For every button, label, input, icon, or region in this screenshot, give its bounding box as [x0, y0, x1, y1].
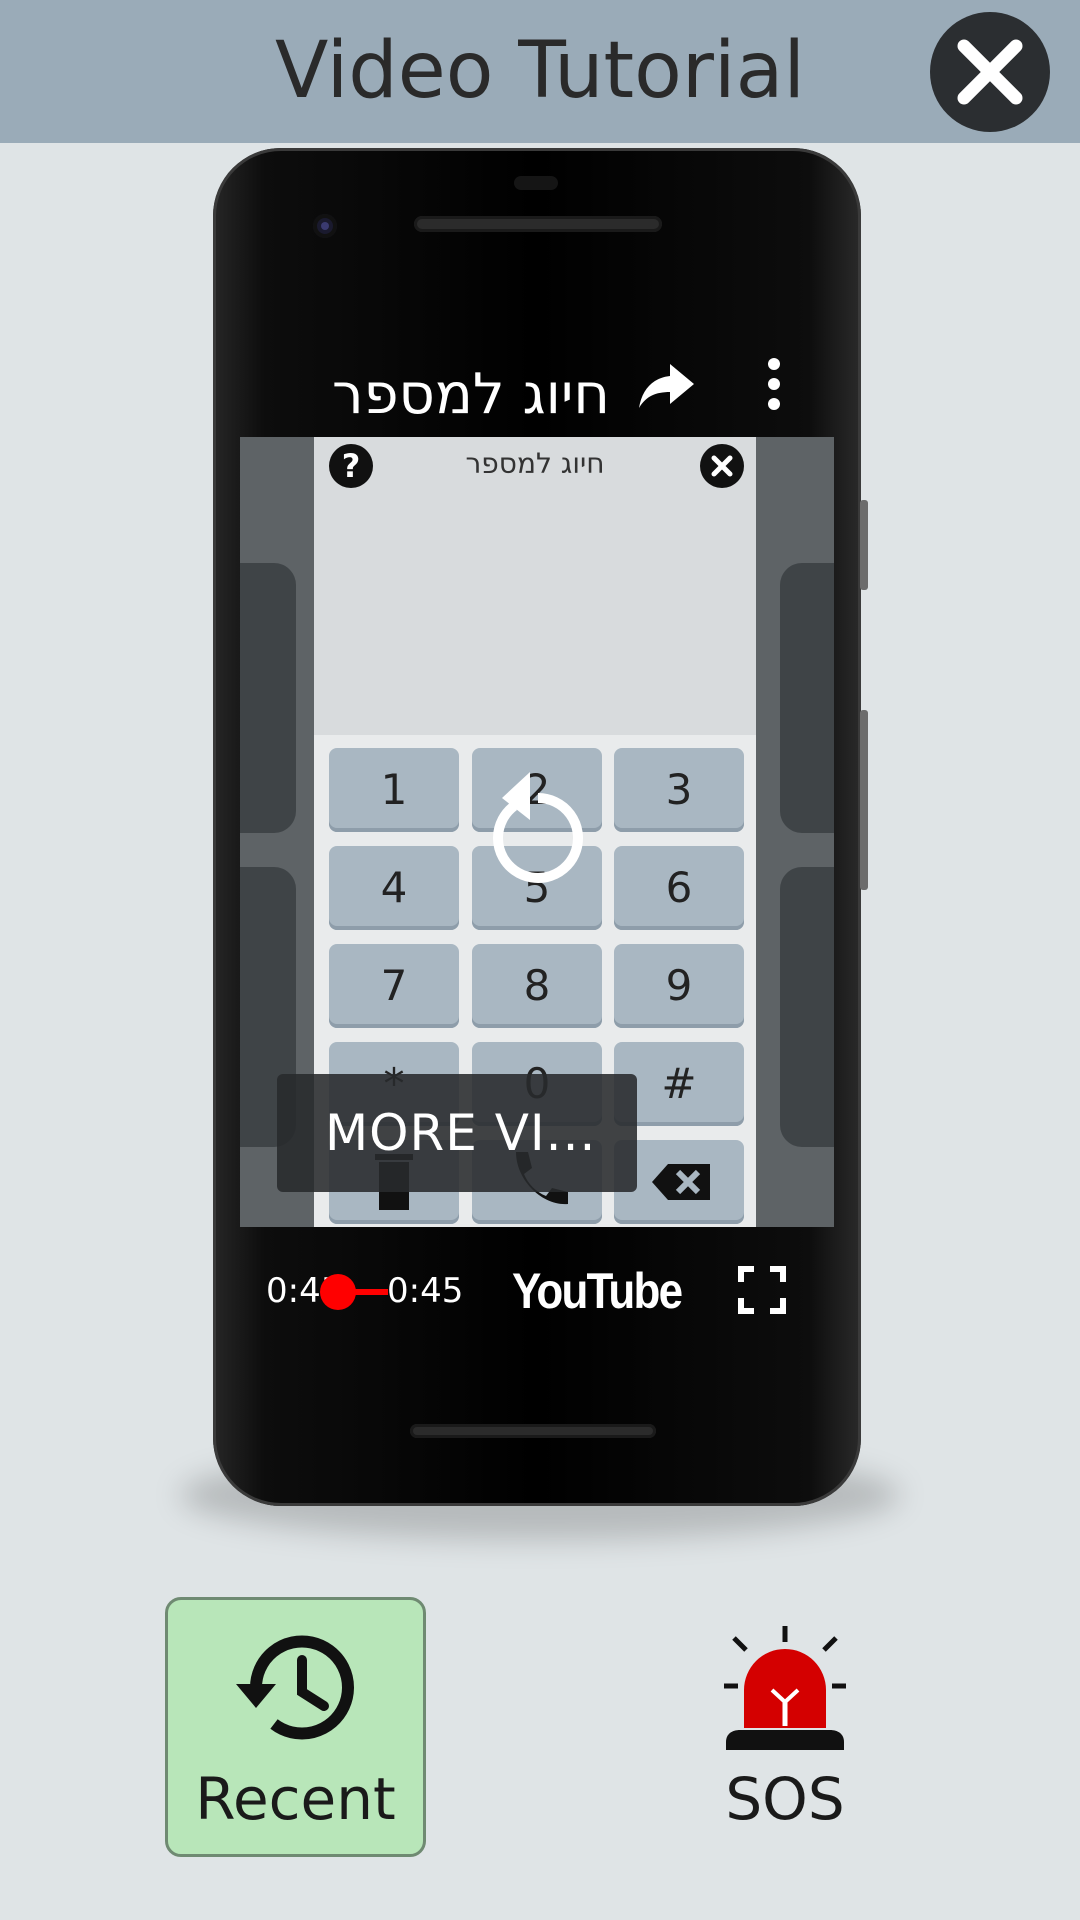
phone-side-button	[860, 500, 868, 590]
keypad-key: 1	[329, 748, 459, 832]
keypad-key: 3	[614, 748, 744, 832]
phone-volume-button	[860, 710, 868, 890]
video-side-panel	[240, 563, 296, 833]
video-side-panel	[780, 867, 834, 1147]
progress-scrubber[interactable]	[320, 1274, 356, 1310]
more-vert-icon[interactable]	[760, 356, 788, 412]
siren-icon	[724, 1626, 846, 1750]
phone-speaker-bottom	[410, 1424, 656, 1438]
video-side-panel	[780, 563, 834, 833]
keypad-key: 8	[472, 944, 602, 1028]
inner-app-title: חיוג למספר	[465, 447, 605, 480]
youtube-logo[interactable]: YouTube	[512, 1258, 683, 1324]
phone-sensor	[514, 176, 558, 190]
close-icon	[957, 39, 1023, 105]
phone-speaker-top	[414, 216, 662, 232]
fullscreen-icon[interactable]	[738, 1266, 786, 1314]
page-title: Video Tutorial	[274, 26, 806, 116]
help-icon: ?	[329, 444, 373, 488]
close-button[interactable]	[930, 12, 1050, 132]
recent-label: Recent	[195, 1765, 396, 1833]
replay-icon[interactable]	[486, 768, 590, 884]
video-title: חיוג למספר	[331, 362, 610, 427]
sos-label: SOS	[725, 1765, 845, 1833]
keypad-key: 9	[614, 944, 744, 1028]
inner-close-icon	[700, 444, 744, 488]
history-icon	[236, 1635, 354, 1740]
share-icon[interactable]	[636, 360, 696, 412]
time-total: 0:45	[387, 1271, 464, 1311]
more-videos-button[interactable]: MORE VI...	[277, 1074, 637, 1192]
keypad-key: 6	[614, 846, 744, 930]
front-camera	[313, 214, 337, 238]
keypad-key: 4	[329, 846, 459, 930]
keypad-key: 7	[329, 944, 459, 1028]
